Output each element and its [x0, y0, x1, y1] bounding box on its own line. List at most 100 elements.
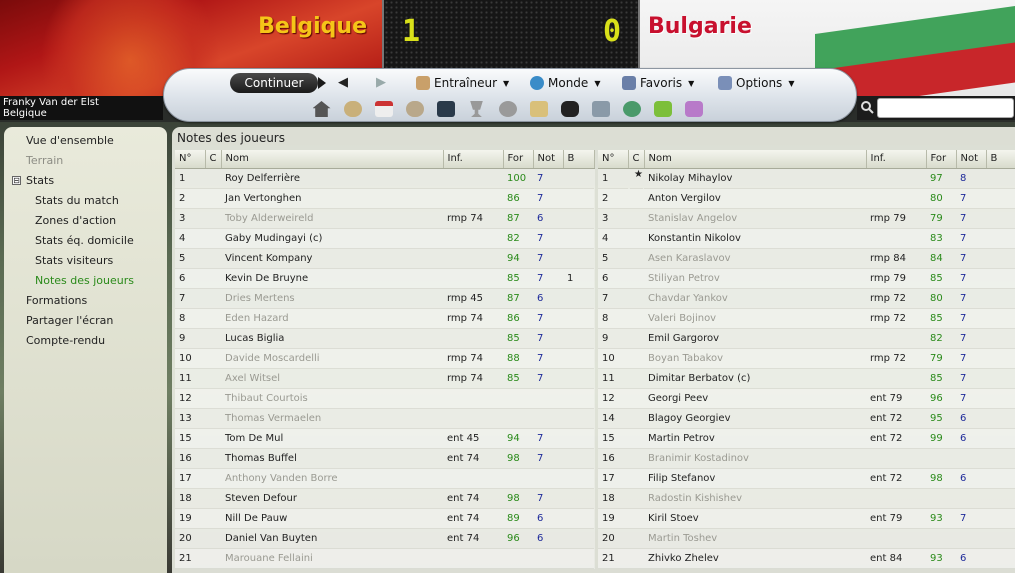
- cell-name[interactable]: Nill De Pauw: [221, 508, 443, 529]
- cell-name[interactable]: Marouane Fellaini: [221, 548, 443, 569]
- squad-icon[interactable]: [399, 99, 430, 119]
- table-row[interactable]: 1 ★ Nikolay Mihaylov 97 8: [598, 168, 1015, 189]
- inbox-icon[interactable]: [585, 99, 616, 119]
- table-row[interactable]: 13 Thomas Vermaelen: [175, 408, 594, 429]
- column-header[interactable]: For: [503, 150, 534, 169]
- table-row[interactable]: 16 Thomas Buffel ent 74 98 7: [175, 448, 594, 469]
- cell-name[interactable]: Radostin Kishishev: [644, 488, 866, 509]
- cell-name[interactable]: Toby Alderweireld: [221, 208, 443, 229]
- cell-name[interactable]: Kevin De Bruyne: [221, 268, 443, 289]
- continue-button[interactable]: Continuer: [230, 73, 326, 93]
- column-header[interactable]: Not: [956, 150, 987, 169]
- table-row[interactable]: 8 Valeri Bojinov rmp 72 85 7: [598, 308, 1015, 329]
- table-row[interactable]: 1 Roy Delferrière 100 7: [175, 168, 594, 189]
- menu-options[interactable]: Options ▼: [718, 76, 794, 90]
- table-row[interactable]: 5 Vincent Kompany 94 7: [175, 248, 594, 269]
- cell-name[interactable]: Axel Witsel: [221, 368, 443, 389]
- cell-name[interactable]: Thibaut Courtois: [221, 388, 443, 409]
- cell-name[interactable]: Lucas Biglia: [221, 328, 443, 349]
- help-icon[interactable]: [647, 99, 678, 119]
- search-icon[interactable]: [860, 100, 874, 114]
- scout-icon[interactable]: [492, 99, 523, 119]
- clipboard-icon[interactable]: [523, 99, 554, 119]
- cell-name[interactable]: Asen Karaslavov: [644, 248, 866, 269]
- arrow-right-icon[interactable]: ▶: [376, 75, 386, 90]
- sidebar-item[interactable]: Formations: [4, 291, 167, 311]
- cell-name[interactable]: Gaby Mudingayi (c): [221, 228, 443, 249]
- table-row[interactable]: 21 Marouane Fellaini: [175, 548, 594, 569]
- sidebar-item[interactable]: Stats visiteurs: [4, 251, 167, 271]
- cell-name[interactable]: Boyan Tabakov: [644, 348, 866, 369]
- table-row[interactable]: 8 Eden Hazard rmp 74 86 7: [175, 308, 594, 329]
- cell-name[interactable]: Filip Stefanov: [644, 468, 866, 489]
- column-header[interactable]: N°: [598, 150, 629, 169]
- sidebar-item[interactable]: Vue d'ensemble: [4, 131, 167, 151]
- table-row[interactable]: 6 Stiliyan Petrov rmp 79 85 7: [598, 268, 1015, 289]
- cell-name[interactable]: Davide Moscardelli: [221, 348, 443, 369]
- column-header[interactable]: C: [628, 150, 645, 169]
- table-row[interactable]: 9 Emil Gargorov 82 7: [598, 328, 1015, 349]
- table-row[interactable]: 17 Anthony Vanden Borre: [175, 468, 594, 489]
- column-header[interactable]: Not: [533, 150, 564, 169]
- table-row[interactable]: 18 Steven Defour ent 74 98 7: [175, 488, 594, 509]
- table-row[interactable]: 15 Tom De Mul ent 45 94 7: [175, 428, 594, 449]
- table-row[interactable]: 10 Boyan Tabakov rmp 72 79 7: [598, 348, 1015, 369]
- sidebar-item[interactable]: Partager l'écran: [4, 311, 167, 331]
- table-row[interactable]: 16 Branimir Kostadinov: [598, 448, 1015, 469]
- cell-name[interactable]: Chavdar Yankov: [644, 288, 866, 309]
- cell-name[interactable]: Kiril Stoev: [644, 508, 866, 529]
- search-input[interactable]: [877, 98, 1014, 118]
- column-header[interactable]: C: [205, 150, 222, 169]
- sidebar-item[interactable]: Stats éq. domicile: [4, 231, 167, 251]
- cell-name[interactable]: Stiliyan Petrov: [644, 268, 866, 289]
- cell-name[interactable]: Martin Petrov: [644, 428, 866, 449]
- cell-name[interactable]: Stanislav Angelov: [644, 208, 866, 229]
- arrow-left-icon[interactable]: ◀: [338, 75, 348, 90]
- cell-name[interactable]: Thomas Vermaelen: [221, 408, 443, 429]
- column-header[interactable]: Inf.: [866, 150, 927, 169]
- cell-name[interactable]: Vincent Kompany: [221, 248, 443, 269]
- table-row[interactable]: 12 Georgi Peev ent 79 96 7: [598, 388, 1015, 409]
- column-header[interactable]: Nom: [221, 150, 444, 169]
- sidebar-item[interactable]: ⊟ Stats: [4, 171, 167, 191]
- cell-name[interactable]: Dries Mertens: [221, 288, 443, 309]
- trophy-icon[interactable]: [461, 99, 492, 119]
- table-row[interactable]: 18 Radostin Kishishev: [598, 488, 1015, 509]
- table-row[interactable]: 11 Axel Witsel rmp 74 85 7: [175, 368, 594, 389]
- column-header[interactable]: Nom: [644, 150, 867, 169]
- table-row[interactable]: 4 Konstantin Nikolov 83 7: [598, 228, 1015, 249]
- table-row[interactable]: 15 Martin Petrov ent 72 99 6: [598, 428, 1015, 449]
- home-icon[interactable]: [306, 99, 337, 119]
- table-row[interactable]: 12 Thibaut Courtois: [175, 388, 594, 409]
- cell-name[interactable]: Jan Vertonghen: [221, 188, 443, 209]
- table-row[interactable]: 2 Anton Vergilov 80 7: [598, 188, 1015, 209]
- table-row[interactable]: 7 Dries Mertens rmp 45 87 6: [175, 288, 594, 309]
- column-header[interactable]: B: [986, 150, 1015, 169]
- question-icon[interactable]: [678, 99, 709, 119]
- cell-name[interactable]: Martin Toshev: [644, 528, 866, 549]
- column-header[interactable]: N°: [175, 150, 206, 169]
- cell-name[interactable]: Daniel Van Buyten: [221, 528, 443, 549]
- table-row[interactable]: 10 Davide Moscardelli rmp 74 88 7: [175, 348, 594, 369]
- cell-name[interactable]: Thomas Buffel: [221, 448, 443, 469]
- table-row[interactable]: 6 Kevin De Bruyne 85 7 1: [175, 268, 594, 289]
- table-row[interactable]: 20 Daniel Van Buyten ent 74 96 6: [175, 528, 594, 549]
- cell-name[interactable]: Zhivko Zhelev: [644, 548, 866, 569]
- cell-name[interactable]: Nikolay Mihaylov: [644, 168, 866, 189]
- cell-name[interactable]: Anton Vergilov: [644, 188, 866, 209]
- table-row[interactable]: 5 Asen Karaslavov rmp 84 84 7: [598, 248, 1015, 269]
- cell-name[interactable]: Valeri Bojinov: [644, 308, 866, 329]
- cell-name[interactable]: Georgi Peev: [644, 388, 866, 409]
- menu-manager[interactable]: Entraîneur ▼: [416, 76, 509, 90]
- table-row[interactable]: 3 Stanislav Angelov rmp 79 79 7: [598, 208, 1015, 229]
- table-row[interactable]: 7 Chavdar Yankov rmp 72 80 7: [598, 288, 1015, 309]
- cell-name[interactable]: Konstantin Nikolov: [644, 228, 866, 249]
- table-row[interactable]: 11 Dimitar Berbatov (c) 85 7: [598, 368, 1015, 389]
- binoculars-icon[interactable]: [554, 99, 585, 119]
- sidebar-item[interactable]: Compte-rendu: [4, 331, 167, 351]
- column-header[interactable]: B: [563, 150, 595, 169]
- collapse-icon[interactable]: ⊟: [12, 176, 21, 185]
- table-row[interactable]: 21 Zhivko Zhelev ent 84 93 6: [598, 548, 1015, 569]
- table-row[interactable]: 3 Toby Alderweireld rmp 74 87 6: [175, 208, 594, 229]
- cell-name[interactable]: Roy Delferrière: [221, 168, 443, 189]
